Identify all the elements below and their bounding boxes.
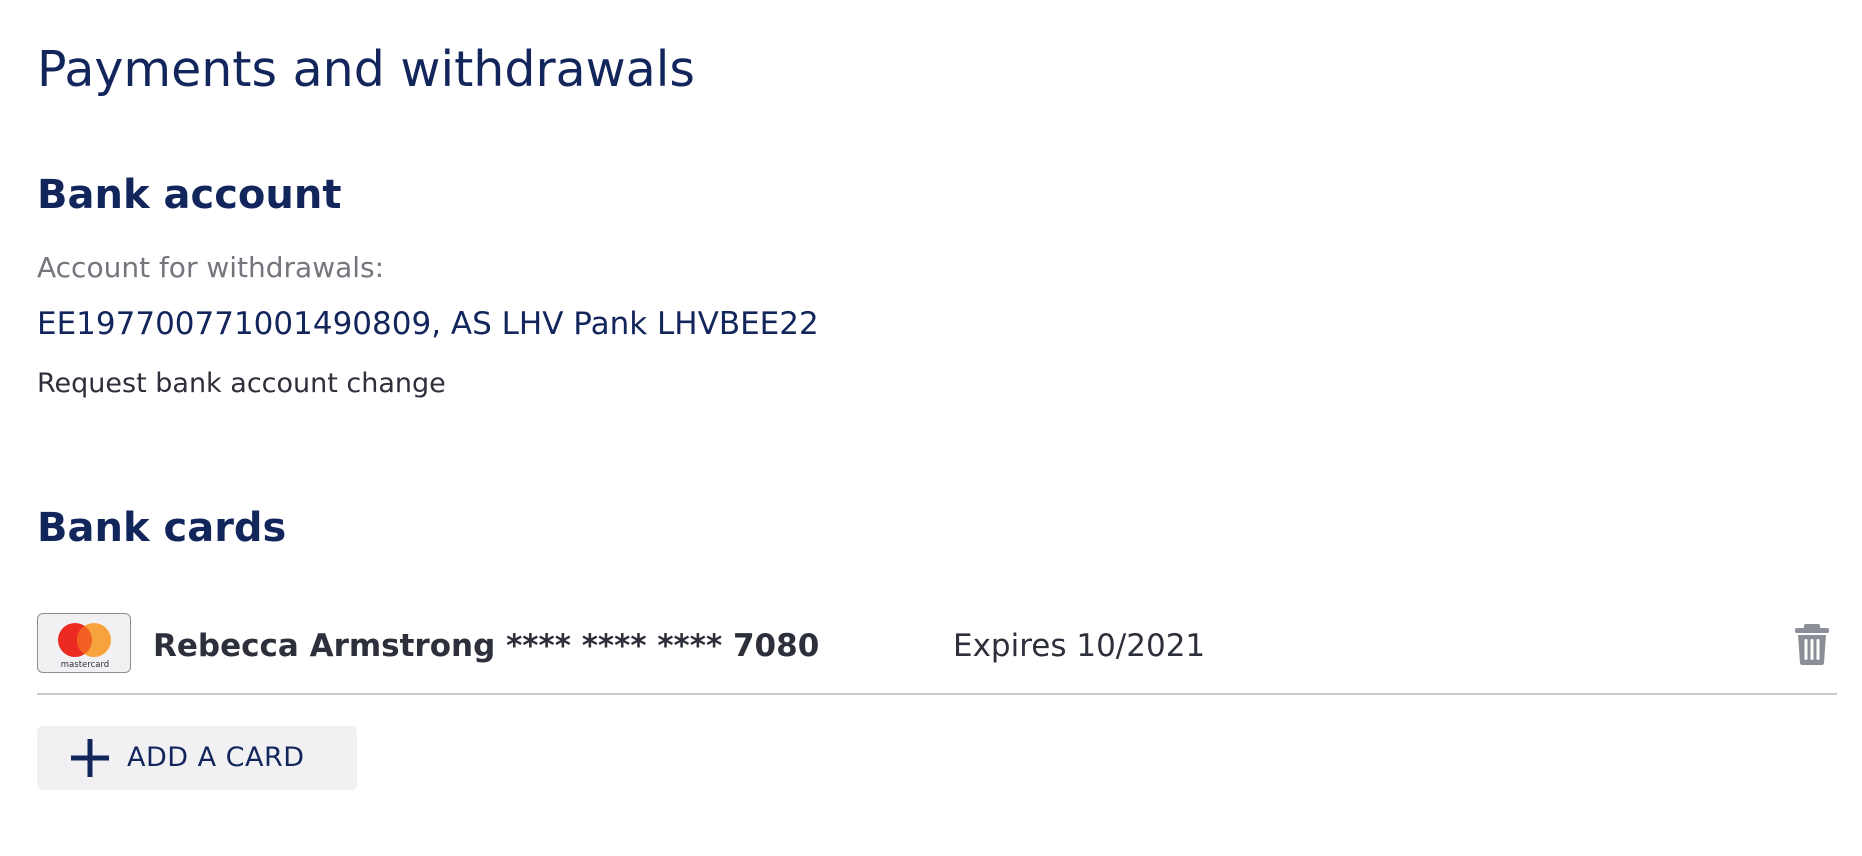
delete-card-button[interactable] xyxy=(1792,622,1832,666)
bank-account-heading: Bank account xyxy=(37,172,342,218)
card-expiry: Expires 10/2021 xyxy=(953,628,1206,664)
request-account-change-link[interactable]: Request bank account change xyxy=(37,366,446,402)
page-title: Payments and withdrawals xyxy=(37,41,695,98)
bank-cards-heading: Bank cards xyxy=(37,505,287,551)
trash-icon xyxy=(1795,624,1829,665)
bank-card-row: mastercard Rebecca Armstrong **** **** *… xyxy=(37,610,1837,695)
svg-text:mastercard: mastercard xyxy=(61,660,109,670)
withdrawal-account-value: EE197700771001490809, AS LHV Pank LHVBEE… xyxy=(37,306,819,342)
add-card-button[interactable]: ADD A CARD xyxy=(37,726,357,790)
add-card-label: ADD A CARD xyxy=(127,742,305,773)
plus-icon xyxy=(71,739,109,777)
withdrawal-account-label: Account for withdrawals: xyxy=(37,251,385,284)
card-holder-and-number: Rebecca Armstrong **** **** **** 7080 xyxy=(153,628,820,664)
payments-page: Payments and withdrawals Bank account Ac… xyxy=(37,0,1837,856)
mastercard-icon: mastercard xyxy=(37,613,131,673)
